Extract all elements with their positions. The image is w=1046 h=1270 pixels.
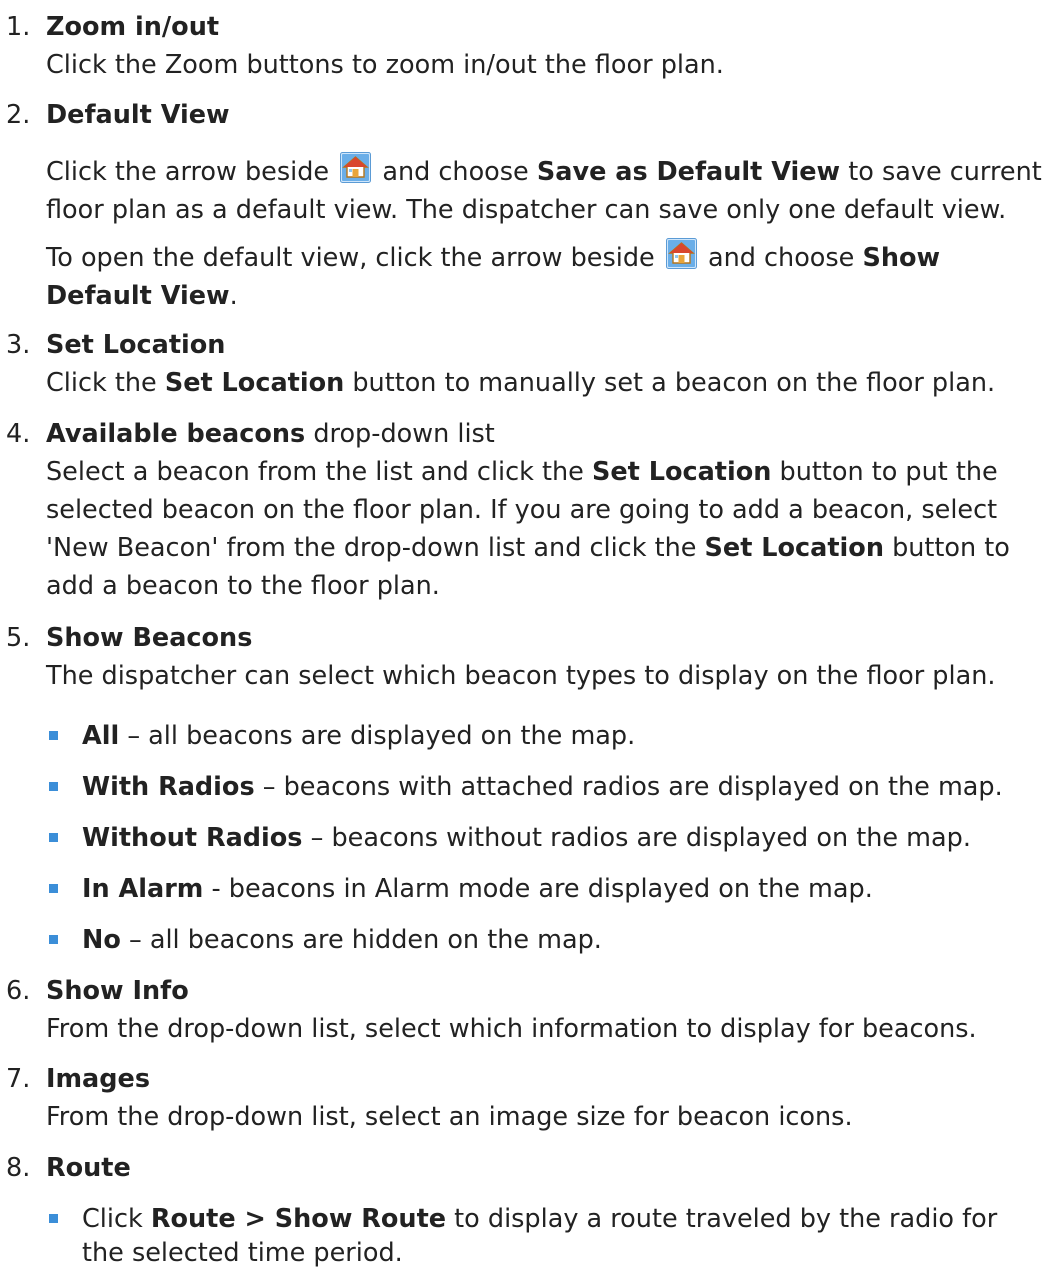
text-run-bold: Available beacons — [46, 419, 306, 449]
bullet-term: With Radios — [82, 772, 255, 802]
text-run-bold: Save as Default View — [536, 157, 841, 187]
item-title: Route — [46, 1153, 131, 1183]
item-title: Show Info — [46, 976, 189, 1006]
text-run-bold: Set Location — [704, 533, 884, 563]
bullet-desc: – all beacons are displayed on the map. — [127, 721, 636, 751]
text-run: and choose — [382, 157, 529, 187]
bullet-item: With Radios – beacons with attached radi… — [49, 770, 1042, 804]
bullet-marker — [49, 833, 58, 842]
bullet-term: In Alarm — [82, 874, 204, 904]
home-icon — [665, 238, 697, 269]
item-paragraph: Click the arrow beside and choose Save a… — [46, 152, 1042, 229]
bullet-item: Without Radios – beacons without radios … — [49, 821, 1042, 855]
item-body: The dispatcher can select which beacon t… — [46, 661, 996, 691]
bullet-marker — [49, 1214, 58, 1223]
bullet-marker — [49, 935, 58, 944]
home-icon — [340, 152, 372, 183]
item-body: Click the Zoom buttons to zoom in/out th… — [46, 50, 724, 80]
item-title: Zoom in/out — [46, 12, 220, 42]
text-run-bold: Set Location — [164, 368, 345, 398]
item-number: 8. — [6, 1153, 31, 1183]
bullet-item: In Alarm - beacons in Alarm mode are dis… — [49, 872, 1042, 906]
item-body: Select a beacon from the list and click … — [46, 453, 1042, 605]
bullet-desc: - beacons in Alarm mode are displayed on… — [211, 874, 873, 904]
bullet-item: Click Route > Show Route to display a ro… — [49, 1202, 1042, 1270]
item-number: 1. — [6, 12, 31, 42]
item-number: 4. — [6, 419, 31, 449]
bullet-marker — [49, 884, 58, 893]
bullet-term: All — [82, 721, 120, 751]
bullet-marker — [49, 782, 58, 791]
text-run: Select a beacon from the list and click … — [46, 457, 584, 487]
item-paragraph: To open the default view, click the arro… — [46, 238, 1042, 315]
bullet-desc: – beacons with attached radios are displ… — [262, 772, 1003, 802]
item-title: Images — [46, 1064, 150, 1094]
item-number: 5. — [6, 623, 31, 653]
bullet-term: No — [82, 925, 121, 955]
text-run: . — [229, 281, 238, 311]
bullet-desc: – beacons without radios are displayed o… — [310, 823, 971, 853]
text-run-bold: Set Location — [591, 457, 772, 487]
text-run: drop-down list — [313, 419, 495, 449]
bullet-desc: – all beacons are hidden on the map. — [128, 925, 602, 955]
text-run: Click the arrow beside — [46, 157, 330, 187]
item-title: Available beacons drop-down list — [46, 417, 495, 451]
bullet-item: No – all beacons are hidden on the map. — [49, 923, 1042, 957]
text-run: button to manually set a beacon on the f… — [352, 368, 996, 398]
bullet-marker — [49, 731, 58, 740]
bullet-term: Without Radios — [82, 823, 303, 853]
item-body: From the drop-down list, select which in… — [46, 1014, 977, 1044]
item-number: 2. — [6, 100, 31, 130]
item-body: From the drop-down list, select an image… — [46, 1102, 853, 1132]
text-run: and choose — [707, 243, 855, 273]
text-run: To open the default view, click the arro… — [46, 243, 655, 273]
item-title: Set Location — [46, 330, 226, 360]
item-number: 6. — [6, 976, 31, 1006]
text-run: Click — [82, 1204, 143, 1234]
item-body: Click the Set Location button to manuall… — [46, 364, 1042, 402]
item-number: 3. — [6, 330, 31, 360]
text-run-bold: Route > Show Route — [150, 1204, 447, 1234]
bullet-item: All – all beacons are displayed on the m… — [49, 719, 1042, 753]
text-run: Click the — [46, 368, 157, 398]
item-number: 7. — [6, 1064, 31, 1094]
item-title: Default View — [46, 100, 230, 130]
item-title: Show Beacons — [46, 623, 253, 653]
